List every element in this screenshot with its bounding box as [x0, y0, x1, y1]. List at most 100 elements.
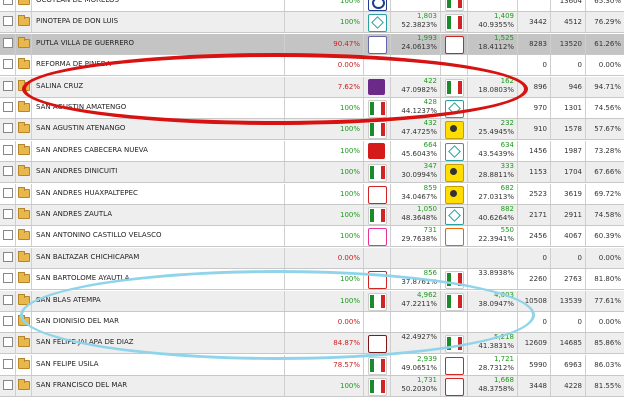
municipality-name[interactable]: SAN ANDRES ZAUTLA	[36, 210, 112, 218]
folder-icon[interactable]	[18, 165, 30, 177]
folder-cell[interactable]	[16, 162, 32, 183]
row-checkbox-cell[interactable]	[0, 55, 16, 76]
folder-cell[interactable]	[16, 376, 32, 397]
municipality-name[interactable]: SAN BLAS ATEMPA	[36, 296, 101, 304]
folder-cell[interactable]	[16, 290, 32, 311]
checkbox[interactable]	[3, 166, 13, 177]
municipality-name[interactable]: SAN BARTOLOME AYAUTLA	[36, 274, 129, 282]
checkbox[interactable]	[3, 16, 13, 27]
table-row[interactable]: SAN DIONISIO DEL MAR 0.00% 0 0 0.00%	[0, 312, 624, 333]
folder-cell[interactable]	[16, 0, 32, 11]
folder-cell[interactable]	[16, 333, 32, 354]
folder-icon[interactable]	[18, 272, 30, 284]
table-row[interactable]: SAN ANDRES HUAXPALTEPEC 100% 859 34.0467% 68…	[0, 183, 624, 205]
checkbox[interactable]	[3, 273, 13, 284]
folder-cell[interactable]	[16, 12, 32, 33]
row-checkbox-cell[interactable]	[0, 205, 16, 225]
checkbox[interactable]	[3, 123, 13, 134]
table-row[interactable]: OCOTLAN DE MORELOS 100% 34.5442% 21.2510% 13…	[0, 0, 624, 12]
folder-icon[interactable]	[18, 315, 30, 326]
municipality-name[interactable]: SAN ANDRES DINICUITI	[36, 167, 117, 175]
folder-icon[interactable]	[18, 379, 30, 391]
folder-icon[interactable]	[18, 293, 30, 305]
municipality-name[interactable]: SAN BALTAZAR CHICHICAPAM	[36, 253, 139, 261]
checkbox[interactable]	[3, 59, 13, 70]
checkbox[interactable]	[3, 358, 13, 369]
folder-cell[interactable]	[16, 205, 32, 225]
table-row[interactable]: SAN AGUSTIN AMATENGO 100% 428 44.1237% 970 13…	[0, 98, 624, 119]
row-checkbox-cell[interactable]	[0, 312, 16, 332]
municipality-name[interactable]: SAN FELIPE JALAPA DE DIAZ	[36, 338, 134, 346]
row-checkbox-cell[interactable]	[0, 354, 16, 375]
folder-icon[interactable]	[18, 122, 30, 134]
row-checkbox-cell[interactable]	[0, 226, 16, 247]
folder-icon[interactable]	[18, 0, 30, 5]
row-checkbox-cell[interactable]	[0, 76, 16, 97]
table-row[interactable]: SAN BALTAZAR CHICHICAPAM 0.00% 0 0 0.00%	[0, 247, 624, 269]
folder-icon[interactable]	[18, 79, 30, 91]
folder-icon[interactable]	[18, 357, 30, 369]
folder-icon[interactable]	[18, 229, 30, 241]
folder-cell[interactable]	[16, 269, 32, 290]
table-row[interactable]: SAN ANDRES CABECERA NUEVA 100% 664 45.6043%…	[0, 140, 624, 162]
municipality-name[interactable]: PINOTEPA DE DON LUIS	[36, 17, 118, 25]
checkbox[interactable]	[3, 37, 13, 48]
municipality-name[interactable]: SAN FELIPE USILA	[36, 360, 99, 368]
row-checkbox-cell[interactable]	[0, 247, 16, 268]
municipality-name[interactable]: REFORMA DE PINEDA	[36, 60, 111, 68]
municipality-name[interactable]: SAN AGUSTIN AMATENGO	[36, 103, 126, 111]
table-row[interactable]: PUTLA VILLA DE GUERRERO 90.47% 1,993 24.061…	[0, 33, 624, 55]
folder-cell[interactable]	[16, 312, 32, 332]
table-row[interactable]: SAN BARTOLOME AYAUTLA 100% 856 37.8761% 33.8…	[0, 269, 624, 291]
municipality-name[interactable]: SAN FRANCISCO DEL MAR	[36, 381, 127, 389]
row-checkbox-cell[interactable]	[0, 162, 16, 183]
row-checkbox-cell[interactable]	[0, 269, 16, 290]
checkbox[interactable]	[3, 209, 13, 219]
table-row[interactable]: SAN ANDRES DINICUITI 100% 347 30.0994% 333 28…	[0, 162, 624, 184]
folder-cell[interactable]	[16, 354, 32, 375]
table-row[interactable]: PINOTEPA DE DON LUIS 100% 1,803 52.3823% 1,4…	[0, 12, 624, 34]
municipality-name[interactable]: SAN AGUSTIN ATENANGO	[36, 124, 125, 132]
folder-icon[interactable]	[18, 36, 30, 48]
checkbox[interactable]	[3, 251, 13, 262]
checkbox[interactable]	[3, 144, 13, 155]
table-row[interactable]: SAN AGUSTIN ATENANGO 100% 432 47.4725% 232 25…	[0, 119, 624, 141]
folder-icon[interactable]	[18, 208, 30, 219]
table-row[interactable]: SAN BLAS ATEMPA 100% 4,962 47.2211% 4,003 38.…	[0, 290, 624, 312]
folder-cell[interactable]	[16, 247, 32, 268]
row-checkbox-cell[interactable]	[0, 290, 16, 311]
folder-icon[interactable]	[18, 15, 30, 27]
table-row[interactable]: REFORMA DE PINEDA 0.00% 0 0 0.00%	[0, 55, 624, 77]
folder-icon[interactable]	[18, 58, 30, 70]
municipality-name[interactable]: PUTLA VILLA DE GUERRERO	[36, 39, 134, 47]
folder-cell[interactable]	[16, 33, 32, 54]
folder-cell[interactable]	[16, 140, 32, 161]
checkbox[interactable]	[3, 102, 13, 112]
table-row[interactable]: SALINA CRUZ 7.62% 422 47.0982% 162 18.0803% 89…	[0, 76, 624, 98]
folder-icon[interactable]	[18, 336, 30, 348]
table-row[interactable]: SAN ANDRES ZAUTLA 100% 1,050 48.3648% 882 40.…	[0, 205, 624, 226]
folder-icon[interactable]	[18, 143, 30, 155]
checkbox[interactable]	[3, 316, 13, 326]
folder-cell[interactable]	[16, 55, 32, 76]
municipality-name[interactable]: OCOTLAN DE MORELOS	[36, 0, 119, 4]
row-checkbox-cell[interactable]	[0, 333, 16, 354]
row-checkbox-cell[interactable]	[0, 12, 16, 33]
row-checkbox-cell[interactable]	[0, 183, 16, 204]
municipality-name[interactable]: SAN ANTONINO CASTILLO VELASCO	[36, 231, 162, 239]
row-checkbox-cell[interactable]	[0, 33, 16, 54]
row-checkbox-cell[interactable]	[0, 98, 16, 118]
checkbox[interactable]	[3, 337, 13, 348]
row-checkbox-cell[interactable]	[0, 376, 16, 397]
checkbox[interactable]	[3, 187, 13, 198]
folder-cell[interactable]	[16, 119, 32, 140]
folder-cell[interactable]	[16, 98, 32, 118]
folder-cell[interactable]	[16, 226, 32, 247]
row-checkbox-cell[interactable]	[0, 0, 16, 11]
checkbox[interactable]	[3, 80, 13, 91]
folder-icon[interactable]	[18, 250, 30, 262]
checkbox[interactable]	[3, 380, 13, 391]
municipality-name[interactable]: SALINA CRUZ	[36, 82, 83, 90]
folder-icon[interactable]	[18, 101, 30, 112]
row-checkbox-cell[interactable]	[0, 119, 16, 140]
